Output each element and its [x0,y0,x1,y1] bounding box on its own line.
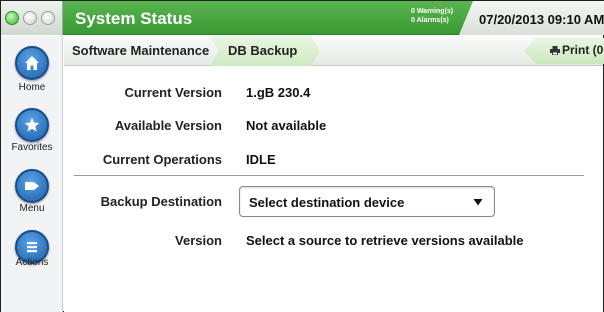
current-operations-value: IDLE [246,152,276,167]
status-light-red [41,11,55,25]
db-backup-panel: Current Version 1.gB 230.4 Available Ver… [64,67,603,312]
datetime-text: 07/20/2013 09:10 AM [479,12,604,27]
app-window: System Status 0 Warning(s) 0 Alarms(s) 0… [0,0,604,312]
section-divider [74,175,584,176]
current-operations-label: Current Operations [102,152,222,167]
favorites-button[interactable] [15,108,49,142]
page-title[interactable]: System Status [75,9,192,29]
warnings-count: 0 Warning(s) [411,8,454,15]
breadcrumb: Software Maintenance DB Backup Print (0 [64,36,604,66]
breadcrumb-software-maintenance[interactable]: Software Maintenance [72,36,209,66]
breadcrumb-db-backup[interactable]: DB Backup [210,36,320,66]
status-light-yellow [23,11,37,25]
chevron-down-icon [473,199,483,206]
home-button[interactable] [15,46,49,80]
backup-destination-select[interactable]: Select destination device [239,186,495,217]
status-light-green [5,11,19,25]
menu-label: Menu [19,203,45,214]
menu-button[interactable] [15,169,49,203]
left-nav: Home Favorites Menu Actions [1,36,63,312]
status-lights[interactable] [1,1,63,35]
available-version-value: Not available [246,118,327,133]
datetime-display: 07/20/2013 09:10 AM [459,1,604,35]
alarm-summary[interactable]: 0 Warning(s) 0 Alarms(s) [411,7,453,25]
alarms-count: 0 Alarms(s) [411,17,449,24]
star-icon [24,117,40,132]
available-version-label: Available Version [114,118,222,133]
print-button[interactable]: Print (0 [524,38,604,64]
menu-arrow-icon [25,182,39,190]
home-label: Home [18,82,46,93]
status-header: System Status 0 Warning(s) 0 Alarms(s) 0… [1,1,604,35]
backup-destination-label: Backup Destination [100,194,222,209]
version-label: Version [175,233,222,248]
version-value: Select a source to retrieve versions ava… [246,233,524,248]
list-icon [27,242,37,253]
favorites-label: Favorites [11,142,53,153]
current-version-value: 1.gB 230.4 [246,85,311,100]
backup-destination-value: Select destination device [249,195,405,210]
printer-icon [550,46,560,55]
current-version-label: Current Version [124,85,222,100]
print-label: Print (0 [562,43,604,57]
home-icon [25,56,39,70]
actions-label: Actions [15,257,49,268]
